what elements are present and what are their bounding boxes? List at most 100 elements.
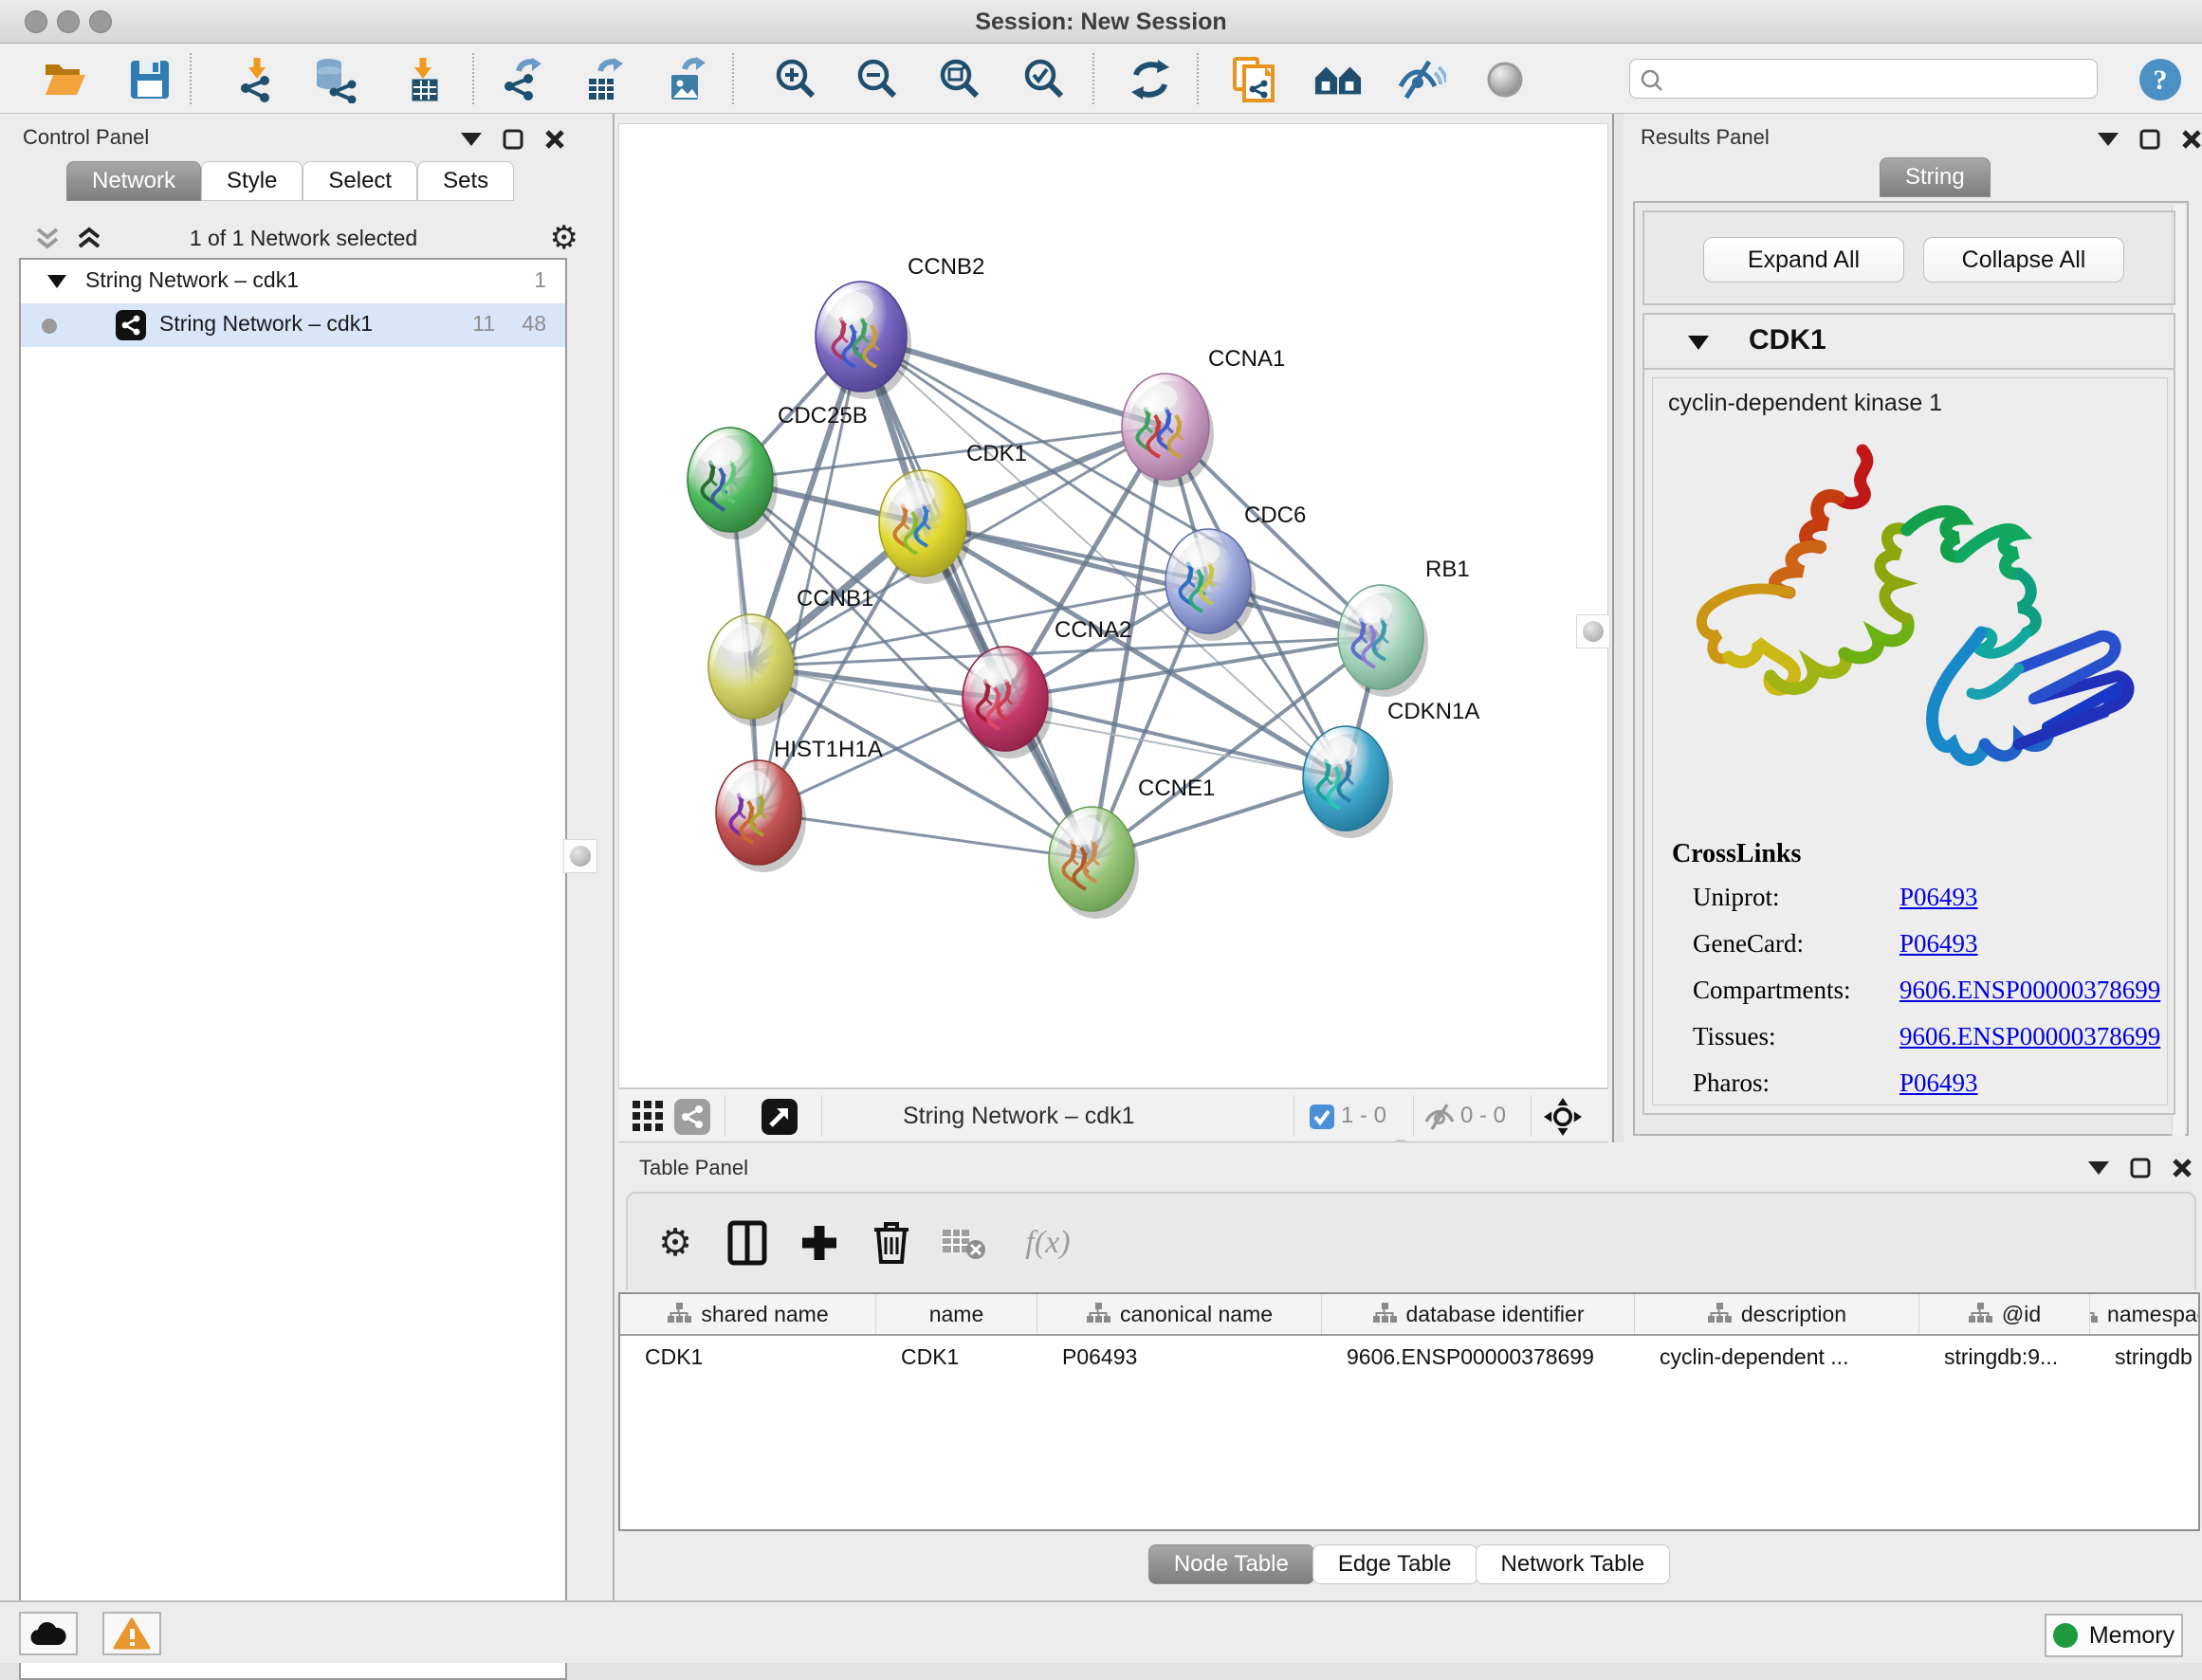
crosslink-value-link[interactable]: P06493 (1899, 929, 1978, 959)
node-CDKN1A[interactable]: CDKN1A (1303, 699, 1479, 838)
show-all-icon[interactable] (1480, 55, 1530, 104)
grid-view-icon[interactable] (630, 1098, 668, 1136)
crosslink-label: Uniprot: (1693, 883, 1899, 912)
tab-select[interactable]: Select (303, 161, 417, 201)
column-header-canonical-name[interactable]: canonical name (1037, 1294, 1322, 1334)
birdseye-toggle-icon[interactable] (1544, 1098, 1582, 1136)
collapse-panel-icon[interactable] (461, 133, 482, 146)
crosslink-label: GeneCard: (1693, 929, 1899, 959)
column-header-namespace[interactable]: namespace (2090, 1294, 2200, 1334)
export-table-icon[interactable] (579, 55, 629, 104)
clone-network-icon[interactable] (1229, 55, 1278, 104)
collapse-panel-icon[interactable] (2098, 133, 2119, 146)
tab-network[interactable]: Network (66, 161, 201, 201)
float-panel-icon[interactable] (2139, 129, 2160, 150)
node-label-CCNB1: CCNB1 (797, 586, 873, 612)
network-canvas[interactable]: CCNB2CCNA1CDC25BCDK1CDC6RB1CCNB1CCNA2CDK… (618, 123, 1608, 1088)
column-header-shared-name[interactable]: shared name (620, 1294, 876, 1334)
table-panel: Table Panel ⚙ f(x) shared namenamecanon (616, 1142, 2202, 1600)
table-options-gear-icon[interactable]: ⚙ (651, 1218, 700, 1268)
cell-description[interactable]: cyclin-dependent ... (1635, 1336, 1919, 1378)
first-neighbors-icon[interactable] (1313, 55, 1363, 104)
hide-selected-icon[interactable] (1397, 55, 1446, 104)
tab-style[interactable]: Style (201, 161, 303, 201)
table-row[interactable]: CDK1CDK1P064939606.ENSP00000378699cyclin… (620, 1336, 2198, 1378)
tab-edge-table[interactable]: Edge Table (1312, 1544, 1477, 1584)
right-splitter-handle[interactable] (1576, 614, 1610, 648)
function-builder-icon: f(x) (1007, 1218, 1089, 1268)
edge-CCNA2-CDKN1A[interactable] (1005, 699, 1346, 778)
cell-canonical-name[interactable]: P06493 (1037, 1336, 1322, 1378)
column-header-database-identifier[interactable]: database identifier (1322, 1294, 1635, 1334)
node-CCNB2[interactable]: CCNB2 (816, 254, 984, 399)
crosslink-value-link[interactable]: 9606.ENSP00000378699 (1899, 976, 2160, 1005)
cell-database-identifier[interactable]: 9606.ENSP00000378699 (1322, 1336, 1635, 1378)
network-row[interactable]: String Network – cdk1 11 48 (21, 303, 565, 347)
crosslink-row: GeneCard:P06493 (1693, 929, 2160, 959)
float-panel-icon[interactable] (2130, 1158, 2151, 1178)
network-edge-count: 48 (522, 311, 546, 337)
gene-card-header[interactable]: CDK1 (1644, 315, 2174, 370)
cell-@id[interactable]: stringdb:9... (1919, 1336, 2090, 1378)
edge-HIST1H1A-CCNE1[interactable] (759, 813, 1092, 859)
node-CCNA2[interactable]: CCNA2 (963, 617, 1131, 758)
gene-collapse-icon[interactable] (1688, 336, 1709, 350)
edge-CCNB2-CCNE1[interactable] (861, 337, 1092, 859)
collapse-panel-icon[interactable] (2088, 1161, 2109, 1175)
tab-node-table[interactable]: Node Table (1148, 1544, 1314, 1584)
delete-column-icon[interactable] (867, 1218, 916, 1268)
zoom-in-icon[interactable] (772, 55, 821, 104)
close-panel-icon[interactable] (2172, 1158, 2193, 1178)
search-input[interactable] (1629, 59, 2098, 99)
left-splitter-handle[interactable] (563, 839, 597, 873)
node-RB1[interactable]: RB1 (1338, 557, 1470, 697)
zoom-selected-icon[interactable] (1020, 55, 1070, 104)
open-session-icon[interactable] (40, 55, 89, 104)
import-network-from-database-icon[interactable] (312, 55, 361, 104)
close-panel-icon[interactable] (544, 129, 565, 150)
export-network-icon[interactable] (498, 55, 547, 104)
tab-sets[interactable]: Sets (417, 161, 514, 201)
crosslink-value-link[interactable]: 9606.ENSP00000378699 (1899, 1022, 2160, 1051)
cell-name[interactable]: CDK1 (876, 1336, 1037, 1378)
help-icon[interactable]: ? (2136, 55, 2185, 104)
tab-string[interactable]: String (1880, 157, 1991, 197)
crosslink-value-link[interactable]: P06493 (1899, 883, 1978, 912)
collapse-all-button[interactable]: Collapse All (1923, 237, 2124, 283)
export-image-icon[interactable] (662, 55, 711, 104)
selected-checkbox-icon[interactable] (1303, 1098, 1341, 1136)
import-table-icon[interactable] (398, 55, 448, 104)
column-header-name[interactable]: name (876, 1294, 1037, 1334)
node-CCNA1[interactable]: CCNA1 (1122, 346, 1285, 487)
tree-expand-icon[interactable] (47, 275, 66, 288)
crosslink-row: Compartments:9606.ENSP00000378699 (1693, 976, 2160, 1005)
expand-all-button[interactable]: Expand All (1703, 237, 1904, 283)
save-session-icon[interactable] (125, 55, 174, 104)
warnings-button[interactable] (102, 1612, 161, 1655)
node-HIST1H1A[interactable]: HIST1H1A (716, 737, 883, 872)
crosslink-value-link[interactable]: P06493 (1899, 1068, 1978, 1098)
show-columns-icon[interactable] (723, 1218, 772, 1268)
cell-namespace[interactable]: stringdb (2090, 1336, 2200, 1378)
close-panel-icon[interactable] (2181, 129, 2202, 150)
memory-button[interactable]: Memory (2045, 1614, 2183, 1657)
network-overview-icon[interactable] (673, 1098, 711, 1136)
network-collection-row[interactable]: String Network – cdk1 1 (21, 260, 565, 303)
node-CCNE1[interactable]: CCNE1 (1049, 776, 1215, 919)
float-panel-icon[interactable] (503, 129, 523, 150)
zoom-out-icon[interactable] (853, 55, 903, 104)
column-header-description[interactable]: description (1635, 1294, 1919, 1334)
node-label-CCNB2: CCNB2 (908, 254, 984, 280)
zoom-fit-icon[interactable] (936, 55, 985, 104)
cell-shared-name[interactable]: CDK1 (620, 1336, 876, 1378)
column-tree-icon (1372, 1303, 1397, 1325)
column-header-@id[interactable]: @id (1919, 1294, 2090, 1334)
add-column-icon[interactable] (795, 1218, 844, 1268)
network-options-gear-icon[interactable]: ⚙ (550, 222, 578, 254)
cloud-status-button[interactable] (19, 1612, 78, 1655)
node-label-HIST1H1A: HIST1H1A (774, 737, 883, 762)
tab-network-table[interactable]: Network Table (1476, 1544, 1671, 1584)
detach-view-icon[interactable] (761, 1098, 798, 1136)
refresh-icon[interactable] (1126, 55, 1175, 104)
import-network-icon[interactable] (232, 55, 282, 104)
